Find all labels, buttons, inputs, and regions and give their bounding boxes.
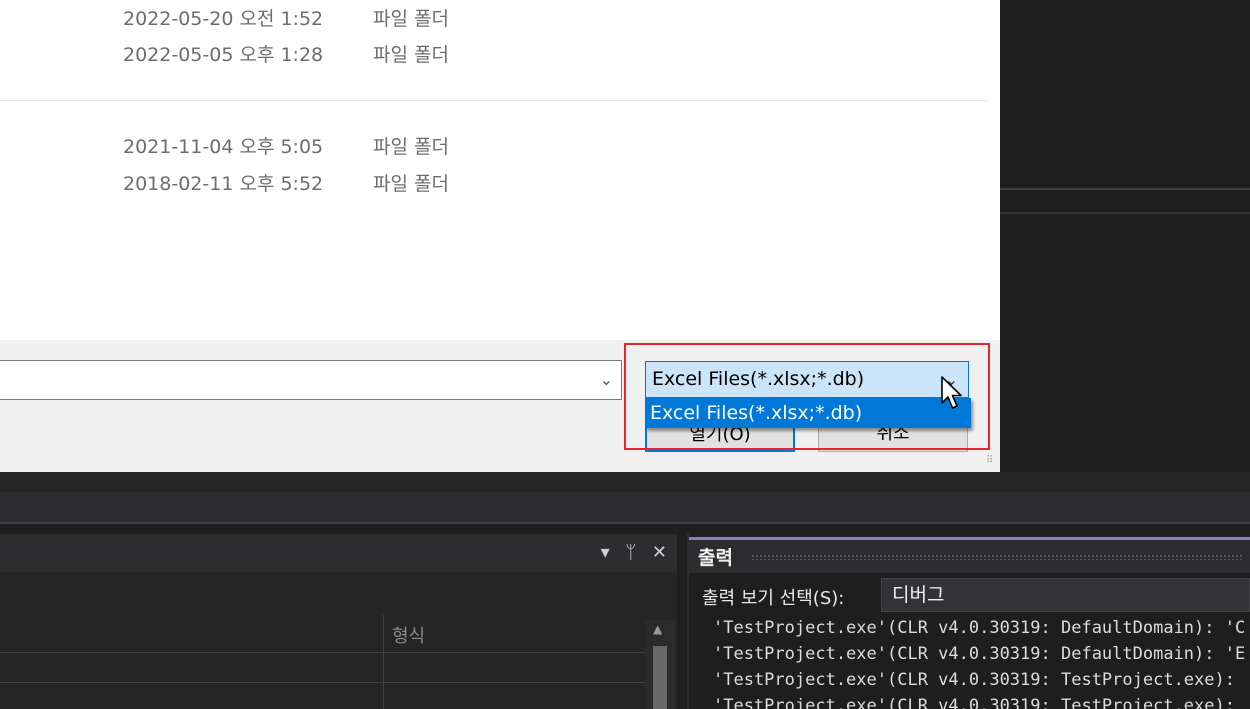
file-type: 파일 폴더	[373, 8, 449, 30]
output-source-select[interactable]: 디버그	[881, 578, 1250, 612]
tool-window-title-bar: ▾ ᛘ ✕	[0, 534, 677, 572]
mouse-pointer-icon	[941, 376, 962, 409]
chevron-down-icon[interactable]: ⌄	[600, 370, 613, 389]
separator-band	[0, 522, 1250, 524]
log-line: 'TestProject.exe'(CLR v4.0.30319: Defaul…	[713, 644, 1246, 664]
scroll-up-icon[interactable]: ▲	[653, 622, 662, 636]
output-title: 출력	[698, 547, 733, 569]
file-type: 파일 폴더	[373, 44, 449, 66]
file-name-combobox[interactable]: ⌄	[0, 360, 622, 400]
log-line: 'TestProject.exe'(CLR v4.0.30319: TestPr…	[713, 696, 1235, 709]
pin-icon[interactable]: ᛘ	[625, 542, 636, 563]
log-line: 'TestProject.exe'(CLR v4.0.30319: TestPr…	[713, 670, 1235, 690]
modified-date: 2022-05-05 오후 1:28	[123, 44, 324, 66]
modified-date: 2022-05-20 오전 1:52	[123, 8, 324, 30]
modified-date: 2018-02-11 오후 5:52	[123, 173, 324, 195]
output-source-label: 출력 보기 선택(S):	[702, 588, 845, 609]
splitter-line	[1000, 212, 1250, 214]
close-icon[interactable]: ✕	[652, 542, 667, 563]
title-bar-icons: ▾ ᛘ ✕	[591, 542, 667, 563]
file-type: 파일 폴더	[373, 136, 449, 158]
column-separator[interactable]	[383, 615, 384, 709]
log-line: 'TestProject.exe'(CLR v4.0.30319: Defaul…	[713, 618, 1246, 638]
column-header-type[interactable]: 형식	[392, 622, 425, 648]
output-title-bar: 출력	[689, 537, 1250, 573]
modified-date: 2021-11-04 오후 5:05	[123, 136, 324, 158]
drag-handle[interactable]	[751, 554, 1244, 560]
resize-grip-icon[interactable]: ⠿	[986, 455, 993, 466]
dropdown-icon[interactable]: ▾	[601, 542, 610, 563]
vertical-scrollbar[interactable]: ▲	[645, 620, 675, 709]
output-log[interactable]: 'TestProject.exe'(CLR v4.0.30319: Defaul…	[689, 616, 1250, 709]
table-row[interactable]	[0, 682, 645, 683]
group-divider	[0, 100, 988, 101]
separator-band	[0, 472, 1250, 492]
grid-header-row	[0, 615, 645, 653]
red-highlight-annotation	[624, 343, 990, 450]
scrollbar-thumb[interactable]	[653, 646, 667, 709]
separator-band	[0, 492, 1250, 522]
file-type: 파일 폴더	[373, 173, 449, 195]
splitter-line	[1000, 188, 1250, 190]
